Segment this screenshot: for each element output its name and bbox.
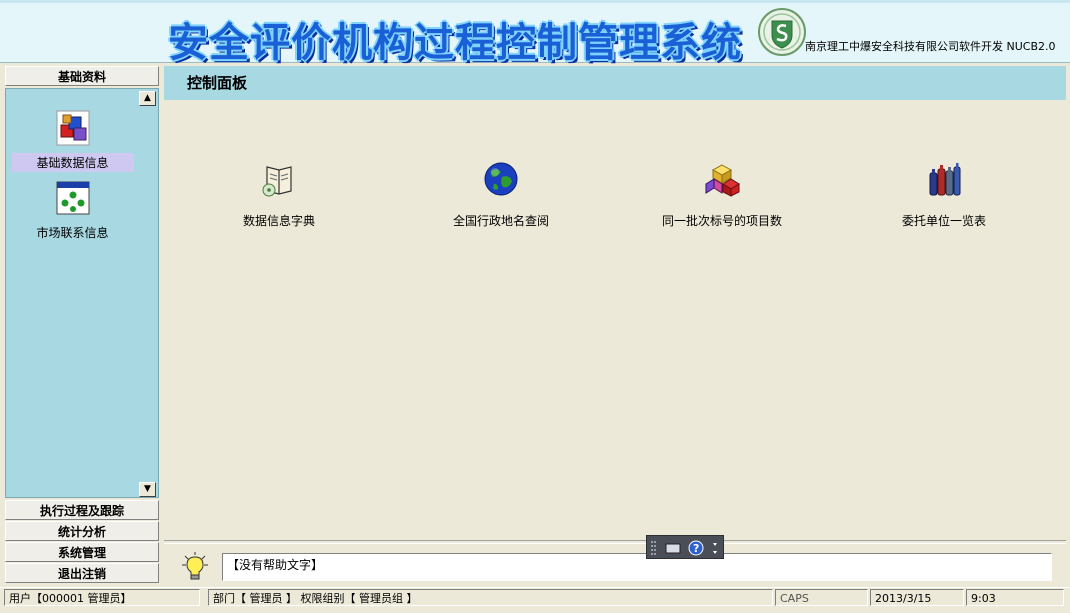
- help-text: 【没有帮助文字】: [227, 558, 324, 572]
- status-caps: CAPS: [775, 589, 868, 606]
- sidebar-group-system[interactable]: 系统管理: [5, 542, 159, 562]
- sidebar-item-label: 市场联系信息: [36, 226, 109, 240]
- tile-client-list[interactable]: 委托单位一览表: [849, 159, 1039, 229]
- status-date: 2013/3/15: [870, 589, 964, 606]
- status-department: 部门【 管理员 】 权限组别【 管理员组 】: [208, 589, 773, 606]
- help-text-box: [222, 553, 1052, 581]
- sidebar-item-basic-data[interactable]: 基础数据信息: [6, 109, 139, 172]
- help-separator: [164, 540, 1066, 544]
- sidebar-group-statistics[interactable]: 统计分析: [5, 521, 159, 541]
- sidebar-item-market-contacts[interactable]: 市场联系信息: [6, 181, 139, 242]
- sidebar-group-basic[interactable]: 基础资料: [5, 66, 159, 86]
- book-cd-icon: [262, 166, 292, 197]
- lightbulb-icon: [182, 552, 208, 580]
- tile-label: 全国行政地名查阅: [452, 214, 549, 228]
- globe-icon: [484, 162, 518, 196]
- tile-label: 同一批次标号的项目数: [661, 214, 782, 228]
- database-blocks-icon: [56, 110, 89, 146]
- colored-cubes-icon: [705, 164, 740, 197]
- control-panel: 数据信息字典 全国行政地名查阅 同一批次标号的项目数 委托单位一览表: [164, 101, 1066, 539]
- tile-batch-projects[interactable]: 同一批次标号的项目数: [627, 159, 817, 229]
- scroll-up-button[interactable]: ▲: [139, 91, 156, 106]
- company-info: 南京理工中爆安全科技有限公司软件开发 NUCB2.0: [805, 40, 1056, 53]
- bottles-icon: [929, 163, 961, 196]
- sidebar: 基础资料 ▲ 基础数据信息 市场联系信息 ▼ 执行过程及跟踪 统计分析 系统管理…: [5, 66, 159, 584]
- company-logo-icon: [758, 8, 806, 56]
- network-window-icon: [56, 181, 89, 215]
- page-title: 控制面板: [187, 74, 248, 92]
- svg-text:?: ?: [693, 542, 699, 555]
- status-time: 9:03: [966, 589, 1064, 606]
- banner-stripe: [0, 0, 1070, 3]
- sidebar-group-content: ▲ 基础数据信息 市场联系信息 ▼: [5, 88, 159, 498]
- status-user: 用户【000001 管理员】: [4, 589, 200, 606]
- sidebar-item-label: 基础数据信息: [11, 153, 134, 172]
- tile-data-dictionary[interactable]: 数据信息字典: [184, 159, 374, 229]
- main-header: [164, 66, 1066, 100]
- tile-label: 数据信息字典: [242, 214, 315, 228]
- app-title: 安全评价机构过程控制管理系统: [168, 20, 742, 66]
- sidebar-group-execution[interactable]: 执行过程及跟踪: [5, 500, 159, 520]
- scroll-down-button[interactable]: ▼: [139, 482, 156, 497]
- language-bar[interactable]: ?: [646, 535, 724, 559]
- sidebar-group-logout[interactable]: 退出注销: [5, 563, 159, 583]
- language-bar-icons: ?: [651, 540, 717, 556]
- tile-admin-regions[interactable]: 全国行政地名查阅: [406, 159, 596, 229]
- tile-label: 委托单位一览表: [901, 214, 986, 228]
